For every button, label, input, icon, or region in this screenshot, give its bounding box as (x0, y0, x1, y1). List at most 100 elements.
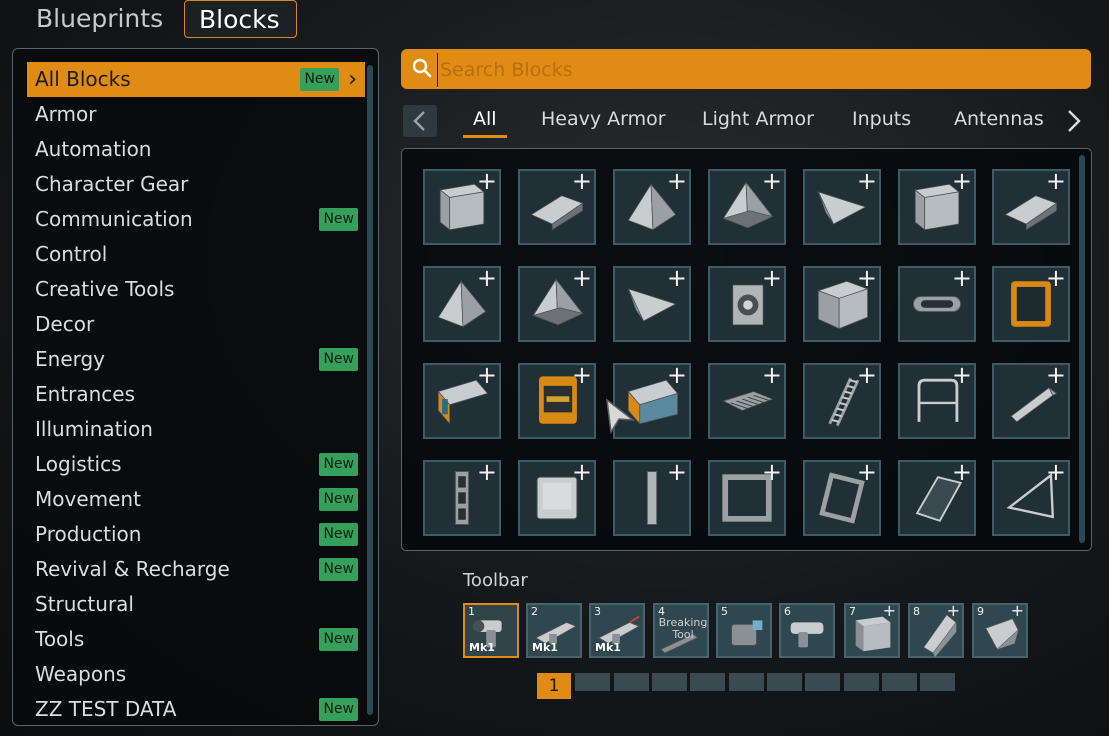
filter-tab[interactable]: Antennas (954, 108, 1044, 130)
grid-scrollbar[interactable] (1079, 155, 1085, 543)
category-label: Creative Tools (35, 277, 175, 301)
block-cell[interactable]: + (992, 458, 1070, 536)
category-item[interactable]: ZZ TEST DATA New (27, 692, 365, 727)
block-cell[interactable]: + (803, 361, 881, 439)
plus-icon: + (761, 361, 782, 389)
block-cell[interactable]: + (518, 458, 596, 536)
new-badge: New (319, 208, 358, 231)
block-cell[interactable]: + (423, 361, 501, 439)
category-item[interactable]: Structural (27, 587, 365, 622)
category-item[interactable]: Communication New (27, 202, 365, 237)
category-item[interactable]: Character Gear (27, 167, 365, 202)
block-cell[interactable]: + (518, 361, 596, 439)
category-item[interactable]: Entrances (27, 377, 365, 412)
slot-number: 7 (849, 605, 856, 618)
tab-prev-button[interactable] (403, 105, 437, 137)
plus-icon: + (951, 264, 972, 292)
toolbar-label: Toolbar (463, 570, 528, 591)
block-cell[interactable]: + (898, 458, 976, 536)
block-cell[interactable]: + (803, 264, 881, 342)
plus-icon: + (1045, 264, 1066, 292)
block-cell[interactable]: + (423, 167, 501, 245)
block-cell[interactable]: + (992, 264, 1070, 342)
category-item[interactable]: Logistics New (27, 447, 365, 482)
plus-icon: + (951, 458, 972, 486)
page-button[interactable] (690, 673, 725, 691)
category-item[interactable]: Illumination (27, 412, 365, 447)
category-item[interactable]: Tools New (27, 622, 365, 657)
filter-tab[interactable]: Inputs (852, 108, 911, 130)
category-scrollbar[interactable] (367, 65, 373, 715)
category-item[interactable]: Armor (27, 97, 365, 132)
block-cell[interactable]: + (898, 264, 976, 342)
block-cell[interactable]: + (803, 458, 881, 536)
block-cell[interactable]: + (708, 167, 786, 245)
category-item[interactable]: Control (27, 237, 365, 272)
page-button[interactable] (729, 673, 764, 691)
page-button[interactable] (614, 673, 649, 691)
search-input[interactable] (437, 53, 1082, 87)
new-badge: New (319, 488, 358, 511)
toolbar-slot[interactable]: 4 Breaking Tool (653, 603, 709, 658)
page-button[interactable] (920, 673, 955, 691)
toolbar-slot[interactable]: 5 (716, 603, 772, 658)
category-item[interactable]: Creative Tools (27, 272, 365, 307)
category-item[interactable]: Movement New (27, 482, 365, 517)
tab-blueprints[interactable]: Blueprints (22, 0, 177, 38)
plus-icon: + (476, 361, 497, 389)
toolbar-slot[interactable]: 7 + (844, 601, 900, 658)
block-cell[interactable]: + (708, 458, 786, 536)
plus-icon: + (571, 264, 592, 292)
block-cell[interactable]: + (898, 167, 976, 245)
filter-tab[interactable]: Heavy Armor (541, 108, 666, 130)
category-item[interactable]: Weapons (27, 657, 365, 692)
category-item[interactable]: Production New (27, 517, 365, 552)
block-cell[interactable]: + (708, 361, 786, 439)
page-button-current[interactable]: 1 (537, 673, 571, 699)
block-cell[interactable]: + (992, 361, 1070, 439)
tab-next-button[interactable] (1060, 105, 1088, 137)
toolbar-slot[interactable]: 6 (779, 603, 835, 658)
category-label: Movement (35, 487, 141, 511)
page-button[interactable] (882, 673, 917, 691)
page-button[interactable] (767, 673, 802, 691)
category-item[interactable]: All Blocks New › (27, 62, 365, 97)
block-cell[interactable]: + (898, 361, 976, 439)
block-cell[interactable]: + (613, 264, 691, 342)
block-cell[interactable]: + (992, 167, 1070, 245)
category-label: Entrances (35, 382, 136, 406)
category-item[interactable]: Revival & Recharge New (27, 552, 365, 587)
category-label: Tools (35, 627, 85, 651)
new-badge: New (319, 348, 358, 371)
page-button[interactable] (575, 673, 610, 691)
toolbar-slot[interactable]: 2 Mk1 (526, 603, 582, 658)
category-item[interactable]: Decor (27, 307, 365, 342)
plus-icon: + (571, 361, 592, 389)
block-cell[interactable]: + (613, 458, 691, 536)
block-cell[interactable]: + (423, 458, 501, 536)
tab-blocks[interactable]: Blocks (184, 0, 297, 38)
toolbar-slot[interactable]: 3 Mk1 (589, 603, 645, 658)
category-label: Production (35, 522, 142, 546)
block-cell[interactable]: + (518, 264, 596, 342)
filter-tab[interactable]: Light Armor (702, 108, 814, 130)
page-button[interactable] (844, 673, 879, 691)
slot-number: 8 (913, 605, 920, 618)
filter-tab[interactable]: All (463, 108, 507, 138)
block-cell[interactable]: + (613, 167, 691, 245)
search-icon[interactable] (411, 57, 433, 79)
block-cell[interactable]: + (423, 264, 501, 342)
block-cell[interactable]: + (708, 264, 786, 342)
toolbar-slot[interactable]: 1 Mk1 (463, 603, 519, 658)
page-button[interactable] (805, 673, 840, 691)
category-item[interactable]: Automation (27, 132, 365, 167)
block-cell[interactable]: + (518, 167, 596, 245)
plus-icon: + (951, 167, 972, 195)
block-cell[interactable]: + (803, 167, 881, 245)
page-button[interactable] (652, 673, 687, 691)
plus-icon: + (882, 601, 896, 620)
category-label: Logistics (35, 452, 122, 476)
category-item[interactable]: Energy New (27, 342, 365, 377)
toolbar-slot[interactable]: 8 + (908, 601, 964, 658)
toolbar-slot[interactable]: 9 + (972, 601, 1028, 658)
